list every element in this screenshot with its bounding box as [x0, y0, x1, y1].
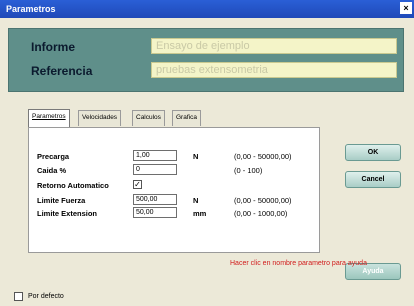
- default-label: Por defecto: [28, 293, 64, 300]
- referencia-field[interactable]: pruebas extensometria: [151, 62, 397, 78]
- precarga-range: (0,00 - 50000,00): [234, 152, 292, 161]
- limite-fuerza-input[interactable]: 500,00: [133, 194, 177, 205]
- title-bar: Parametros ×: [0, 0, 414, 18]
- referencia-label: Referencia: [31, 64, 93, 78]
- cancel-button[interactable]: Cancel: [345, 171, 401, 188]
- precarga-input[interactable]: 1,00: [133, 150, 177, 161]
- precarga-label: Precarga: [37, 152, 70, 161]
- header-panel: Informe Ensayo de ejemplo Referencia pru…: [8, 28, 404, 92]
- caida-range: (0 - 100): [234, 166, 263, 175]
- tab-velocidades[interactable]: Velocidades: [78, 110, 122, 126]
- informe-label: Informe: [31, 40, 76, 54]
- help-hint: Hacer clic en nombre parametro para ayud…: [230, 260, 367, 267]
- parametros-panel: Precarga 1,00 N (0,00 - 50000,00) Caida …: [28, 127, 320, 253]
- informe-field[interactable]: Ensayo de ejemplo: [151, 38, 397, 54]
- tab-parametros[interactable]: Parametros: [28, 109, 70, 127]
- retorno-automatico-label: Retorno Automatico: [37, 181, 109, 190]
- retorno-automatico-checkbox[interactable]: ✓: [133, 180, 142, 189]
- caida-input[interactable]: 0: [133, 164, 177, 175]
- window-title: Parametros: [6, 4, 56, 14]
- tab-grafica[interactable]: Grafica: [172, 110, 201, 126]
- ok-button[interactable]: OK: [345, 144, 401, 161]
- limite-extension-label: Limite Extension: [37, 209, 98, 218]
- precarga-unit: N: [193, 152, 199, 161]
- caida-label: Caida %: [37, 166, 67, 175]
- limite-fuerza-label: Limite Fuerza: [37, 196, 86, 205]
- limite-fuerza-unit: N: [193, 196, 199, 205]
- limite-fuerza-range: (0,00 - 50000,00): [234, 196, 292, 205]
- default-checkbox[interactable]: [14, 292, 23, 301]
- limite-extension-unit: mm: [193, 209, 207, 218]
- close-button[interactable]: ×: [400, 2, 412, 14]
- limite-extension-input[interactable]: 50,00: [133, 207, 177, 218]
- tab-calculos[interactable]: Calculos: [132, 110, 165, 126]
- limite-extension-range: (0,00 - 1000,00): [234, 209, 288, 218]
